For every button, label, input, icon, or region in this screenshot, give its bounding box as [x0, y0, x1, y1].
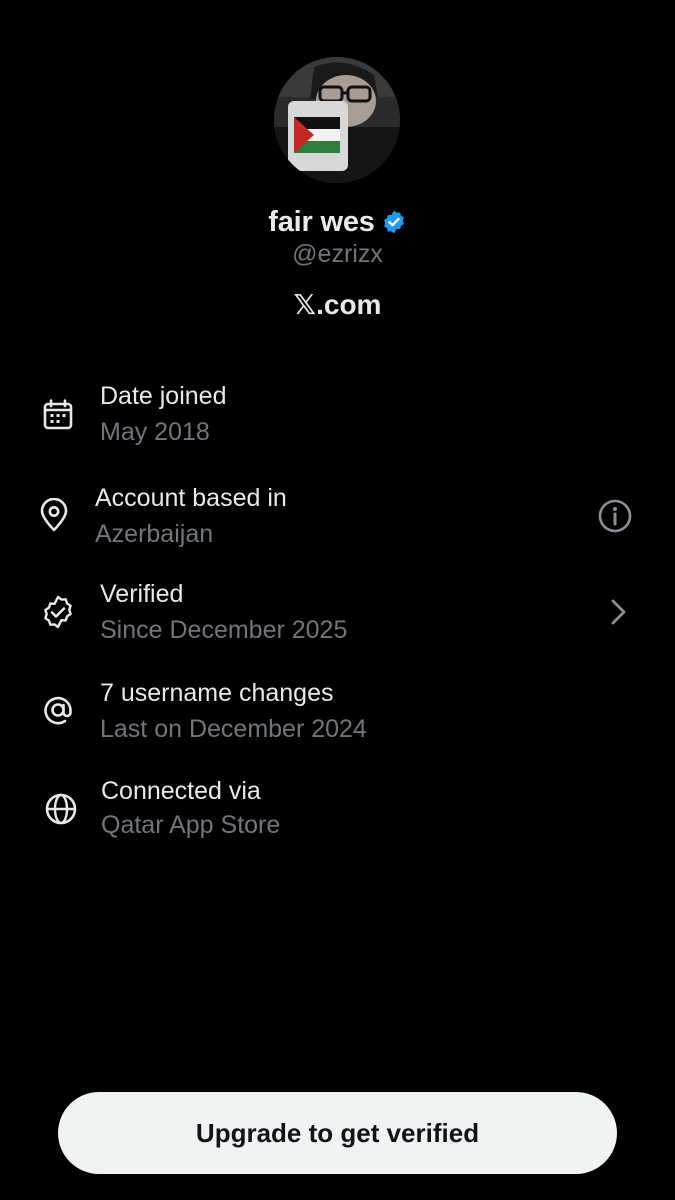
info-item-username-changes: 7 username changes Last on December 2024 [0, 677, 675, 757]
info-item-verified[interactable]: Verified Since December 2025 [0, 578, 675, 658]
verified-badge-icon[interactable] [381, 209, 407, 235]
profile-handle: @ezrizx [292, 240, 383, 268]
info-icon[interactable] [597, 498, 633, 534]
globe-icon [43, 791, 79, 827]
calendar-icon [40, 397, 76, 433]
info-value: Azerbaijan [95, 520, 214, 548]
verified-check-icon [40, 594, 76, 630]
info-item-account-based-in: Account based in Azerbaijan [0, 482, 675, 562]
info-value: Since December 2025 [100, 616, 348, 644]
platform-label: 𝕏.com [293, 289, 382, 320]
at-sign-icon [40, 692, 76, 728]
info-item-date-joined: Date joined May 2018 [0, 380, 675, 460]
profile-avatar[interactable] [274, 57, 400, 183]
upgrade-verified-button[interactable]: Upgrade to get verified [58, 1092, 617, 1174]
profile-name-row: fair wes [0, 202, 675, 242]
info-item-connected-via: Connected via Qatar App Store [0, 775, 675, 855]
info-title: Account based in [95, 484, 287, 512]
info-title: Connected via [101, 777, 261, 805]
info-title: Date joined [100, 382, 227, 410]
info-value: Qatar App Store [101, 811, 281, 839]
info-value: May 2018 [100, 418, 210, 446]
avatar-image [274, 57, 400, 183]
chevron-right-icon[interactable] [600, 594, 636, 630]
info-title: Verified [100, 580, 184, 608]
display-name: fair wes [268, 205, 375, 238]
info-title: 7 username changes [100, 679, 334, 707]
info-value: Last on December 2024 [100, 715, 367, 743]
location-pin-icon [36, 498, 72, 534]
